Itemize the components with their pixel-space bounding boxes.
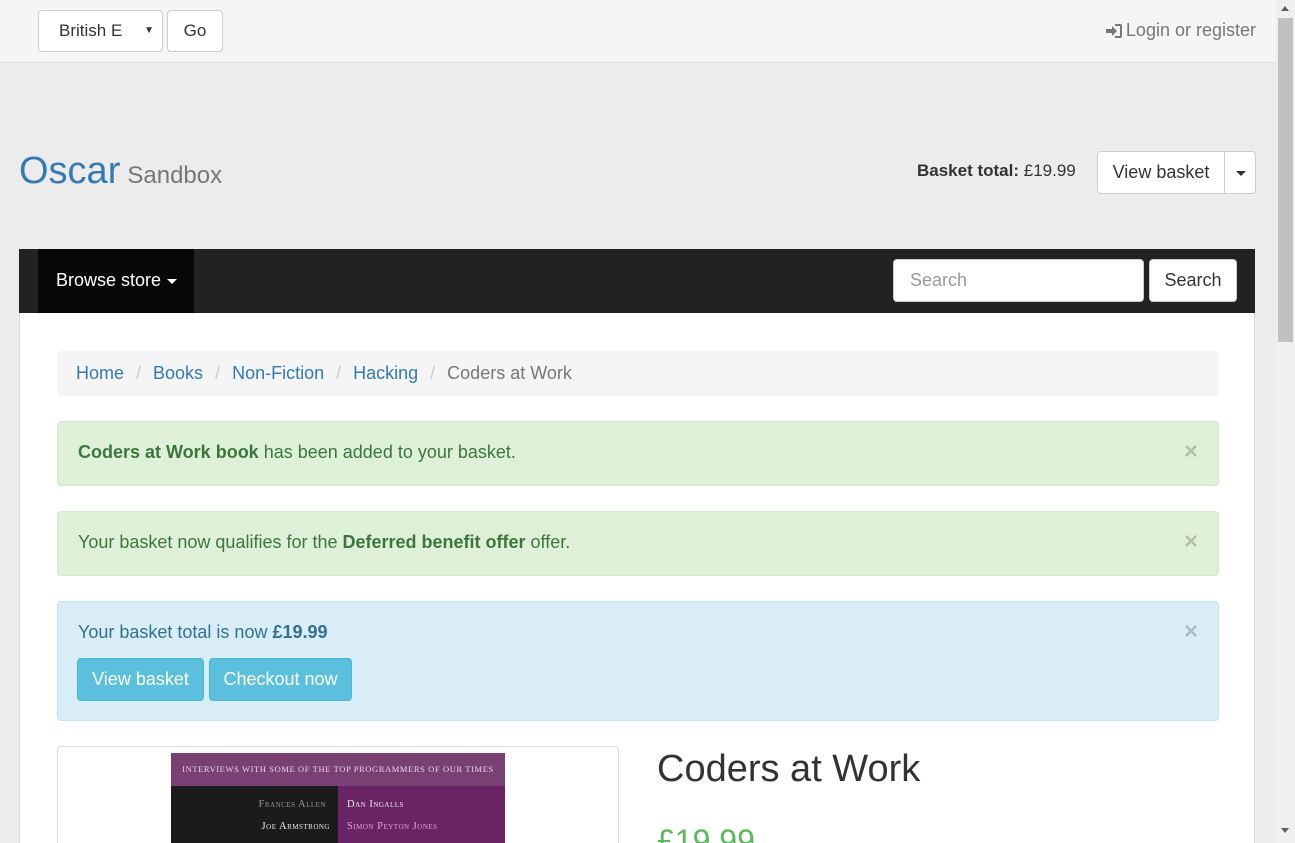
close-icon[interactable]: × [1184,440,1198,464]
cover-tagline: INTERVIEWS WITH SOME OF THE TOP PROGRAMM… [171,753,505,786]
alert-total-pre: Your basket total is now [78,622,273,642]
product-price: £19.99 [657,823,755,843]
close-icon[interactable]: × [1184,620,1198,644]
caret-down-icon [167,278,178,284]
view-basket-group: View basket [1097,151,1256,194]
cover-left-panel: Frances Allen Joe Armstrong [171,786,338,843]
go-button[interactable]: Go [167,10,223,52]
scroll-up-icon[interactable] [1281,6,1289,11]
breadcrumb-hacking[interactable]: Hacking [353,351,418,396]
alert-total-value: £19.99 [272,622,328,642]
top-bar: British E ▼ Go Login or register [0,0,1276,63]
checkout-now-button[interactable]: Checkout now [209,658,352,701]
breadcrumb-current: Coders at Work [447,363,572,383]
language-select-value: British E [59,21,123,40]
view-basket-button[interactable]: View basket [1097,151,1225,194]
breadcrumb-separator: / [336,363,342,383]
alert-product-name: Coders at Work book [78,442,259,462]
basket-dropdown-toggle[interactable] [1225,151,1256,194]
cover-right-panel: Dan Ingalls Simon Peyton Jones [338,786,505,843]
login-link[interactable]: Login or register [1105,20,1256,41]
search-input[interactable] [893,259,1144,302]
basket-total-value: £19.99 [1023,161,1076,180]
breadcrumb: Home / Books / Non-Fiction / Hacking / C… [57,351,1219,396]
book-cover-image[interactable]: INTERVIEWS WITH SOME OF THE TOP PROGRAMM… [171,753,505,843]
product-title: Coders at Work [657,748,921,790]
main-content: Home / Books / Non-Fiction / Hacking / C… [19,313,1255,843]
close-icon[interactable]: × [1184,530,1198,554]
chevron-down-icon: ▼ [144,25,154,36]
browse-store-menu[interactable]: Browse store [38,249,194,313]
breadcrumb-separator: / [215,363,221,383]
alert-added-to-basket: Coders at Work book has been added to yo… [57,421,1219,486]
language-select[interactable]: British E ▼ [38,10,163,52]
alert-view-basket-button[interactable]: View basket [77,658,204,701]
alert-offer-name: Deferred benefit offer [342,532,526,552]
cover-author: Simon Peyton Jones [347,821,438,832]
cover-author: Dan Ingalls [347,799,404,810]
breadcrumb-separator: / [136,363,142,383]
alert-message: has been added to your basket. [258,442,516,462]
breadcrumb-books[interactable]: Books [153,351,203,396]
breadcrumb-non-fiction[interactable]: Non-Fiction [232,351,324,396]
cover-author: Joe Armstrong [261,821,330,832]
brand[interactable]: Oscar Sandbox [19,150,222,193]
basket-total-label: Basket total: [917,161,1020,180]
search-button[interactable]: Search [1149,259,1237,302]
alert-basket-total: Your basket total is now £19.99 × View b… [57,601,1219,721]
scrollbar-thumb[interactable] [1278,18,1293,342]
breadcrumb-home[interactable]: Home [76,351,124,396]
product-image-box: INTERVIEWS WITH SOME OF THE TOP PROGRAMM… [57,746,619,843]
alert-text: Coders at Work book has been added to yo… [78,442,516,463]
brand-subtitle: Sandbox [127,162,223,189]
alert-offer-post: offer. [525,532,571,552]
scroll-down-icon[interactable] [1281,828,1289,833]
scrollbar[interactable] [1276,0,1295,843]
breadcrumb-separator: / [430,363,436,383]
alert-text: Your basket now qualifies for the Deferr… [78,532,570,553]
browse-store-label: Browse store [56,270,162,290]
alert-text: Your basket total is now £19.99 [78,622,328,643]
login-label: Login or register [1125,20,1256,40]
basket-total: Basket total: £19.99 [917,161,1076,181]
sign-in-icon [1105,23,1122,38]
cover-author: Frances Allen [258,799,326,810]
alert-offer: Your basket now qualifies for the Deferr… [57,511,1219,576]
alert-offer-pre: Your basket now qualifies for the [78,532,343,552]
navbar: Browse store Search [19,249,1255,313]
brand-name: Oscar [19,150,121,192]
